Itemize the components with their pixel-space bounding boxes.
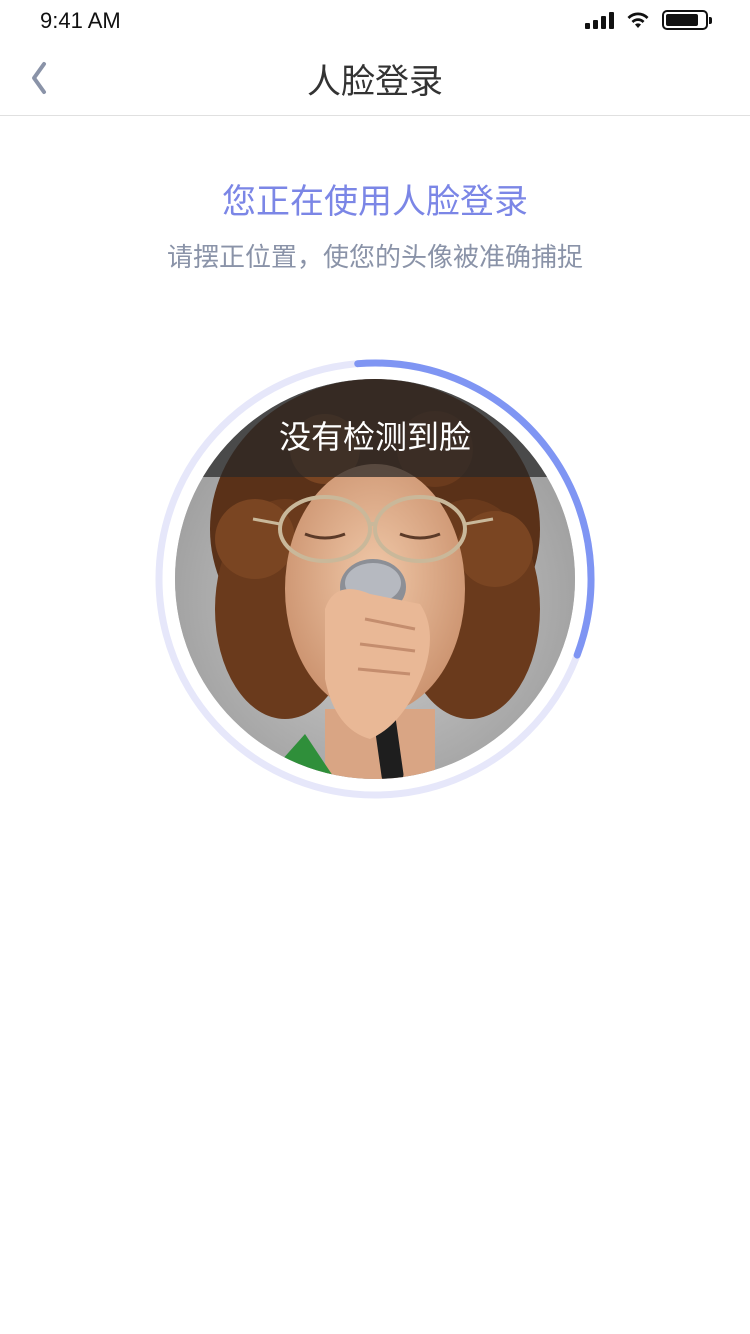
signal-icon (585, 11, 614, 29)
wifi-icon (627, 12, 649, 28)
face-status-text: 没有检测到脸 (278, 418, 471, 456)
battery-icon (662, 10, 712, 30)
status-icons (585, 10, 712, 30)
status-time: 9:41 AM (40, 8, 121, 33)
page-title: 人脸登录 (307, 62, 443, 102)
face-login-screen: 9:41 AM 人脸登录 您正在使用人脸登录 请摆正位置，使您的头像被准确捕捉 (0, 0, 750, 1334)
battery-fill (666, 14, 698, 26)
navigation-bar: 人脸登录 (0, 40, 750, 116)
face-status-banner: 没有检测到脸 (175, 379, 575, 477)
face-scan-frame: 没有检测到脸 (152, 356, 598, 802)
face-camera-preview: 没有检测到脸 (175, 379, 575, 779)
face-login-headline: 您正在使用人脸登录 (222, 182, 528, 222)
face-login-instruction: 请摆正位置，使您的头像被准确捕捉 (166, 243, 583, 273)
status-bar: 9:41 AM (0, 0, 750, 40)
